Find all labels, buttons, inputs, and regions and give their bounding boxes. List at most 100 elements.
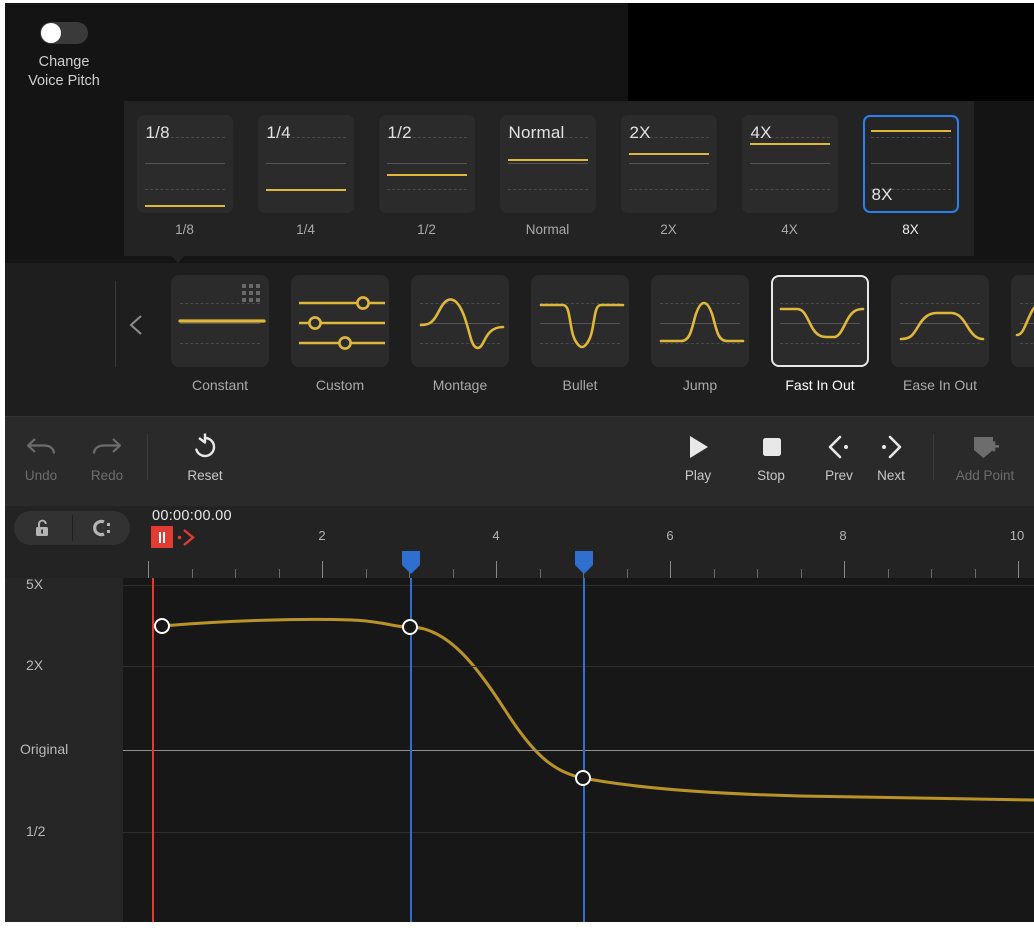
reset-button[interactable]: Reset	[172, 428, 238, 483]
step-forward-icon[interactable]	[176, 528, 198, 552]
preset-curve-glyph	[779, 307, 865, 339]
curve-preset-thumbnail[interactable]	[651, 275, 749, 367]
ruler-tick	[496, 561, 497, 578]
speed-option-thumbnail[interactable]: 1/4	[257, 115, 354, 213]
speed-preset-list: 1/8 1/8 1/4 1/4 1/2 1/2 Normal Normal 2X 2X 4X 4X 8X…	[124, 115, 971, 237]
curve-preset-caption: Custom	[315, 377, 365, 393]
popup-pointer-tail	[165, 249, 191, 263]
curve-preset-list: Constant Custom Montage Bullet Jump Fast In O…	[160, 275, 1034, 393]
speed-option-1-4[interactable]: 1/4 1/4	[245, 115, 366, 237]
curve-preset-custom[interactable]: Custom	[280, 275, 400, 393]
voice-pitch-toggle[interactable]	[40, 22, 88, 44]
thumb-center-guide	[507, 163, 588, 164]
playhead-bar-1	[159, 531, 161, 543]
thumb-center-guide	[386, 163, 467, 164]
graph-y-label: 5X	[26, 576, 44, 592]
curve-preset-constant[interactable]: Constant	[160, 275, 280, 393]
speed-option-thumbnail[interactable]: 8X	[862, 115, 959, 213]
thumb-center-guide	[870, 163, 951, 164]
speed-option-thumbnail[interactable]: 1/8	[136, 115, 233, 213]
ruler-label: 10	[1009, 528, 1025, 543]
speed-option-thumbnail[interactable]: 2X	[620, 115, 717, 213]
curve-preset-bullet[interactable]: Bullet	[520, 275, 640, 393]
ruler-subtick	[887, 569, 889, 578]
ruler-tick	[931, 569, 932, 578]
curve-preset-jump[interactable]: Jump	[640, 275, 760, 393]
ruler-subtick	[626, 569, 628, 578]
speed-curve-canvas[interactable]	[123, 578, 1034, 922]
next-button[interactable]: Next	[858, 428, 924, 483]
curve-preset-thumbnail[interactable]	[891, 275, 989, 367]
thumb-center-guide	[144, 163, 225, 164]
curve-control-point[interactable]	[154, 618, 170, 634]
custom-sliders-icon	[299, 296, 385, 350]
thumb-center-guide	[749, 163, 830, 164]
curve-preset-ease-in-out[interactable]: Ease In Out	[880, 275, 1000, 393]
stop-button[interactable]: Stop	[738, 428, 804, 483]
redo-arrow-icon	[90, 428, 124, 466]
range-marker-handle[interactable]	[402, 551, 420, 574]
video-preview-area	[628, 0, 1034, 101]
curve-control-point[interactable]	[402, 619, 418, 635]
change-voice-pitch-control[interactable]: Change Voice Pitch	[14, 22, 114, 91]
toolbar-button-label: Play	[684, 468, 712, 483]
ruler-tick	[670, 561, 671, 578]
ruler-label: 2	[318, 528, 326, 543]
toolbar-divider	[933, 434, 934, 480]
curve-preset-thumbnail[interactable]	[291, 275, 389, 367]
speed-ramp-editor-window: 1/8 1/8 1/4 1/4 1/2 1/2 Normal Normal 2X 2X 4X 4X 8X…	[0, 0, 1034, 928]
speed-option-caption: 8X	[902, 222, 919, 237]
graph-marker-line[interactable]	[583, 578, 585, 922]
speed-option-2x[interactable]: 2X 2X	[608, 115, 729, 237]
speed-option-4x[interactable]: 4X 4X	[729, 115, 850, 237]
graph-y-label: Original	[20, 741, 69, 757]
curve-control-point[interactable]	[575, 770, 591, 786]
speed-option-8x[interactable]: 8X 8X	[850, 115, 971, 237]
preset-curve-glyph	[899, 311, 985, 341]
ruler-subtick	[365, 569, 367, 578]
playhead-flag-icon[interactable]	[151, 526, 173, 548]
thumb-speed-line	[628, 153, 709, 155]
thumb-speed-line	[144, 205, 225, 207]
curve-preset-fast-in-out[interactable]: Fast In Out	[760, 275, 880, 393]
ruler-tick	[322, 561, 323, 578]
thumb-dashed-guide	[870, 137, 951, 138]
speed-option-thumbnail[interactable]: 1/2	[378, 115, 475, 213]
play-button[interactable]: Play	[665, 428, 731, 483]
ruler-tick	[1018, 561, 1019, 578]
thumb-speed-line	[749, 143, 830, 145]
thumb-dashed-guide	[749, 189, 830, 190]
curve-preset-thumbnail[interactable]	[1011, 275, 1034, 367]
curve-preset-thumbnail[interactable]	[531, 275, 629, 367]
voice-pitch-label-line1: Change	[38, 54, 90, 70]
curve-preset-thumbnail[interactable]	[171, 275, 269, 367]
speed-option-thumbnail[interactable]: Normal	[499, 115, 596, 213]
speed-option-normal[interactable]: Normal Normal	[487, 115, 608, 237]
ruler-subtick	[974, 569, 976, 578]
toolbar-button-label: Reset	[187, 468, 223, 483]
unlock-icon[interactable]	[14, 511, 72, 545]
graph-y-label: 2X	[26, 657, 44, 673]
curve-preset-thumbnail[interactable]	[411, 275, 509, 367]
ruler-subtick	[539, 569, 541, 578]
thumb-dashed-guide	[386, 189, 467, 190]
snap-clip-icon[interactable]	[73, 511, 131, 545]
thumb-dashed-guide	[144, 189, 225, 190]
ruler-tick	[757, 569, 758, 578]
speed-option-caption: 1/8	[175, 222, 194, 237]
range-marker-handle[interactable]	[575, 551, 593, 574]
speed-option-thumbnail[interactable]: 4X	[741, 115, 838, 213]
speed-option-1-8[interactable]: 1/8 1/8	[124, 115, 245, 237]
speed-option-1-2[interactable]: 1/2 1/2	[366, 115, 487, 237]
graph-gridline	[123, 585, 1034, 586]
graph-playhead-line[interactable]	[152, 578, 154, 922]
speed-preset-popup: 1/8 1/8 1/4 1/4 1/2 1/2 Normal Normal 2X 2X 4X 4X 8X…	[124, 101, 974, 256]
curve-preset-thumbnail[interactable]	[771, 275, 869, 367]
chevron-left-icon[interactable]	[124, 310, 150, 340]
thumb-speed-label: 1/2	[387, 123, 412, 142]
preset-curve-glyph	[1015, 306, 1034, 337]
curve-preset-more[interactable]	[1000, 275, 1034, 393]
thumb-speed-line	[870, 130, 951, 132]
thumb-dashed-guide	[628, 189, 709, 190]
curve-preset-montage[interactable]: Montage	[400, 275, 520, 393]
